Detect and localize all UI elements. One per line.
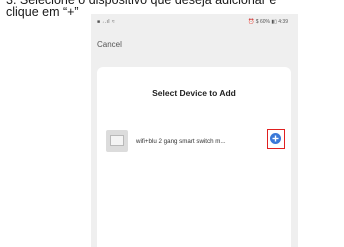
add-button-highlight [267, 129, 285, 149]
phone-screenshot: ■ ˖.ıl ≈ ⏰ $ 60% ▮▯ 4:39 Cancel Select D… [91, 14, 298, 247]
status-bar-battery-time: ⏰ $ 60% ▮▯ 4:39 [248, 19, 288, 25]
device-thumbnail [106, 130, 128, 152]
status-bar-signal: ■ ˖.ıl ≈ [97, 19, 116, 25]
select-device-card: Select Device to Add wifi+blu 2 gang sma… [97, 67, 291, 247]
card-title: Select Device to Add [152, 88, 236, 98]
switch-image-icon [110, 135, 124, 146]
status-bar: ■ ˖.ıl ≈ ⏰ $ 60% ▮▯ 4:39 [91, 14, 298, 27]
plus-circle-icon [272, 135, 279, 142]
add-device-button[interactable] [270, 133, 281, 144]
cancel-button[interactable]: Cancel [97, 40, 122, 49]
device-list-item[interactable]: wifi+blu 2 gang smart switch m... [106, 129, 288, 154]
device-name: wifi+blu 2 gang smart switch m... [136, 138, 226, 145]
